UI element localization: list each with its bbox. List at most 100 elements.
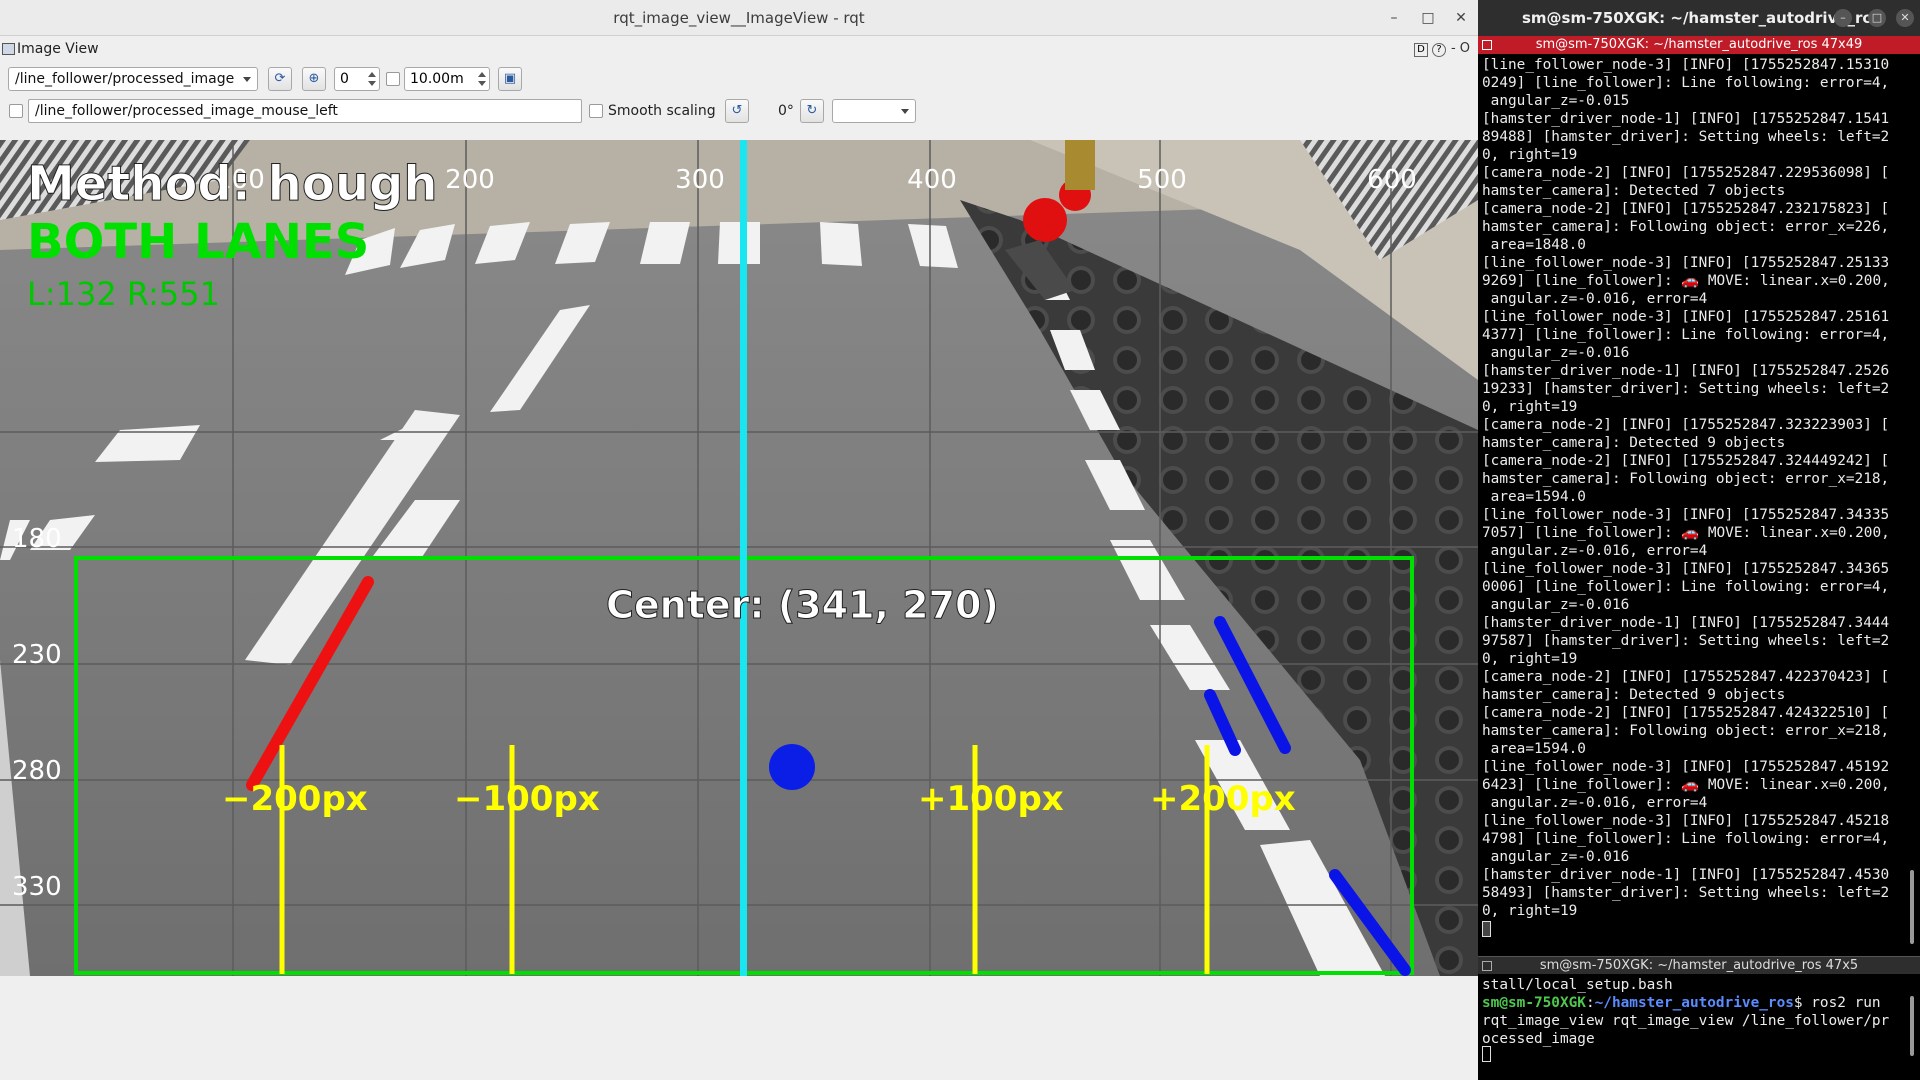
- mouse-publish-checkbox[interactable]: [9, 104, 23, 118]
- terminal-log-line: [hamster_driver_node-1] [INFO] [17552528…: [1482, 111, 1890, 127]
- grid-label-x: 400: [907, 165, 957, 195]
- prompt-command: $ ros2 run: [1793, 995, 1881, 1011]
- terminal-prompt-line: sm@sm-750XGK:~/hamster_autodrive_ros$ ro…: [1482, 994, 1902, 1012]
- terminal-line: ocessed_image: [1482, 1031, 1595, 1047]
- terminal-log-line: hamster_camera]: Detected 7 objects: [1482, 183, 1786, 199]
- image-center-line: [740, 140, 747, 976]
- save-image-icon[interactable]: ▣: [498, 67, 522, 91]
- zoom-value: 0: [340, 71, 349, 87]
- spin-down-icon[interactable]: [478, 81, 486, 86]
- terminal-log-line: hamster_camera]: Following object: error…: [1482, 723, 1890, 739]
- offset-label: −200px: [222, 779, 368, 819]
- chevron-down-icon: [901, 109, 909, 114]
- terminal-log-line: 7057] [line_follower]: 🚗 MOVE: linear.x=…: [1482, 525, 1890, 541]
- spin-up-icon[interactable]: [478, 72, 486, 77]
- processed-image: 100 200 300 400 500 600 180 230 280 330: [0, 140, 1478, 976]
- grid-label-x: 500: [1137, 165, 1187, 195]
- spin-up-icon[interactable]: [368, 72, 376, 77]
- terminal-cursor: [1482, 921, 1491, 937]
- mouse-topic-input[interactable]: /line_follower/processed_image_mouse_lef…: [28, 99, 582, 123]
- terminal-log-line: area=1594.0: [1482, 489, 1586, 505]
- terminal-log-line: 0, right=19: [1482, 903, 1578, 919]
- help-button[interactable]: ?: [1432, 43, 1446, 57]
- terminal-log-line: 0, right=19: [1482, 651, 1578, 667]
- terminal-log-line: hamster_camera]: Following object: error…: [1482, 471, 1890, 487]
- terminal-log-line: [line_follower_node-3] [INFO] [175525284…: [1482, 813, 1890, 829]
- terminal-log-line: angular.z=-0.016, error=4: [1482, 543, 1708, 559]
- grid-label-x: 300: [675, 165, 725, 195]
- topic-combo-value: /line_follower/processed_image: [15, 71, 235, 87]
- terminal-pane-1-title: sm@sm-750XGK: ~/hamster_autodrive_ros 47…: [1535, 37, 1863, 52]
- terminal-log-line: [camera_node-2] [INFO] [1755252847.22953…: [1482, 165, 1890, 181]
- color-scheme-combo[interactable]: [832, 99, 916, 123]
- terminal-log-line: [hamster_driver_node-1] [INFO] [17552528…: [1482, 363, 1890, 379]
- dock-button[interactable]: D: [1414, 43, 1428, 57]
- terminal-log-line: [camera_node-2] [INFO] [1755252847.42432…: [1482, 705, 1890, 721]
- rqt-titlebar[interactable]: rqt_image_view__ImageView - rqt – □ ✕: [0, 0, 1478, 36]
- plugin-title: Image View: [17, 41, 99, 57]
- terminal-window: sm@sm-750XGK: ~/hamster_autodrive_ros – …: [1478, 0, 1920, 1080]
- offset-label: +100px: [918, 779, 1064, 819]
- terminal-maximize-button[interactable]: □: [1868, 9, 1886, 27]
- spin-down-icon[interactable]: [368, 81, 376, 86]
- terminal-cursor: [1482, 1046, 1491, 1062]
- terminal-log-line: 0, right=19: [1482, 147, 1578, 163]
- rqt-window: rqt_image_view__ImageView - rqt – □ ✕ Im…: [0, 0, 1478, 1080]
- center-label: Center: (341, 270): [606, 583, 999, 627]
- terminal-log-line: [line_follower_node-3] [INFO] [175525284…: [1482, 759, 1890, 775]
- terminal-log-line: hamster_camera]: Detected 9 objects: [1482, 435, 1786, 451]
- terminal-log-line: [hamster_driver_node-1] [INFO] [17552528…: [1482, 867, 1890, 883]
- lanes-status-label: BOTH LANES: [27, 214, 369, 270]
- method-label: Method: hough: [27, 156, 438, 212]
- terminal-pane-2-scrollbar[interactable]: [1910, 996, 1914, 1056]
- rate-spinbox[interactable]: 10.00m: [404, 67, 490, 91]
- grid-label-x: 600: [1367, 165, 1417, 195]
- zoom-spinbox[interactable]: 0: [334, 67, 380, 91]
- terminal-line: stall/local_setup.bash: [1482, 977, 1673, 993]
- terminal-log-line: angular.z=-0.016, error=4: [1482, 795, 1708, 811]
- topic-combo[interactable]: /line_follower/processed_image: [8, 67, 258, 91]
- terminal-pane-2-output[interactable]: stall/local_setup.bash sm@sm-750XGK:~/ha…: [1482, 976, 1902, 1080]
- terminal-pane-2-header[interactable]: sm@sm-750XGK: ~/hamster_autodrive_ros 47…: [1478, 956, 1920, 974]
- terminal-pane-1-output[interactable]: [line_follower_node-3] [INFO] [175525284…: [1482, 56, 1902, 956]
- offset-label: −100px: [454, 779, 600, 819]
- minimize-button[interactable]: –: [1384, 8, 1404, 28]
- zoom-fit-icon[interactable]: ⊕: [302, 67, 326, 91]
- plugin-header: Image View D ? - O: [0, 37, 1478, 63]
- terminal-log-line: [line_follower_node-3] [INFO] [175525284…: [1482, 507, 1890, 523]
- terminal-pane-1-scrollbar[interactable]: [1910, 870, 1914, 944]
- grid-label-y: 280: [12, 756, 62, 786]
- terminal-close-button[interactable]: ✕: [1896, 9, 1914, 27]
- rotate-left-icon[interactable]: ↺: [725, 99, 749, 123]
- terminal-log-line: angular_z=-0.016: [1482, 597, 1630, 613]
- terminal-log-line: area=1594.0: [1482, 741, 1586, 757]
- lane-positions-label: L:132 R:551: [27, 275, 220, 313]
- terminal-pane-1-header[interactable]: sm@sm-750XGK: ~/hamster_autodrive_ros 47…: [1478, 36, 1920, 54]
- terminal-log-line: [camera_node-2] [INFO] [1755252847.32322…: [1482, 417, 1890, 433]
- terminal-minimize-button[interactable]: –: [1834, 9, 1852, 27]
- terminal-log-line: angular_z=-0.015: [1482, 93, 1630, 109]
- chevron-down-icon: [243, 77, 251, 82]
- grid-label-y: 180: [12, 524, 62, 554]
- center-dot: [769, 744, 815, 790]
- close-button[interactable]: ✕: [1451, 8, 1471, 28]
- terminal-log-line: 0006] [line_follower]: Line following: e…: [1482, 579, 1890, 595]
- image-view[interactable]: 100 200 300 400 500 600 180 230 280 330: [0, 140, 1478, 976]
- terminal-log-line: area=1848.0: [1482, 237, 1586, 253]
- grid-label-y: 330: [12, 872, 62, 902]
- terminal-log-line: [camera_node-2] [INFO] [1755252847.23217…: [1482, 201, 1890, 217]
- close-plugin-button[interactable]: - O: [1451, 41, 1470, 56]
- terminal-log-line: [line_follower_node-3] [INFO] [175525284…: [1482, 57, 1890, 73]
- maximize-button[interactable]: □: [1418, 8, 1438, 28]
- smooth-scaling-checkbox[interactable]: [589, 104, 603, 118]
- rotation-label: 0°: [778, 103, 794, 119]
- terminal-log-line: angular_z=-0.016: [1482, 345, 1630, 361]
- terminal-titlebar[interactable]: sm@sm-750XGK: ~/hamster_autodrive_ros – …: [1478, 0, 1920, 36]
- terminal-log-line: hamster_camera]: Detected 9 objects: [1482, 687, 1786, 703]
- grid-label-x: 200: [445, 165, 495, 195]
- refresh-icon[interactable]: ⟳: [268, 67, 292, 91]
- rate-checkbox[interactable]: [386, 72, 400, 86]
- terminal-log-line: [line_follower_node-3] [INFO] [175525284…: [1482, 309, 1890, 325]
- rotate-right-icon[interactable]: ↻: [800, 99, 824, 123]
- terminal-log-line: 58493] [hamster_driver]: Setting wheels:…: [1482, 885, 1890, 901]
